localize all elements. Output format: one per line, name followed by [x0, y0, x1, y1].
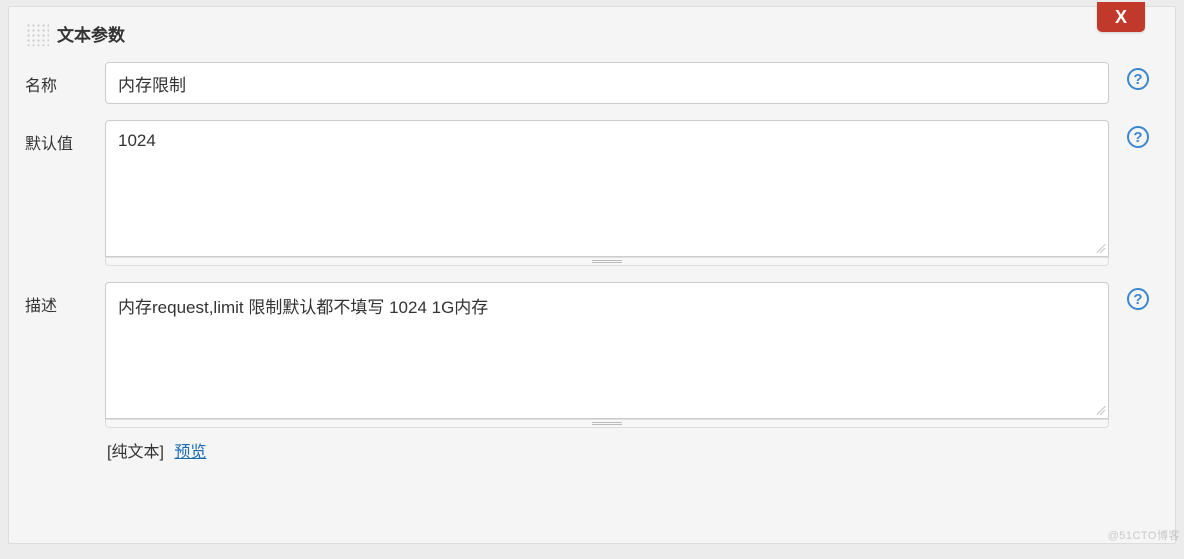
- default-textarea-wrapper: [105, 120, 1109, 257]
- description-textarea[interactable]: [106, 283, 1108, 418]
- grip-icon: [592, 422, 622, 426]
- description-label: 描述: [25, 282, 105, 316]
- help-icon[interactable]: ?: [1127, 68, 1149, 90]
- form-row-default: 默认值 ?: [9, 112, 1175, 274]
- form-row-description: 描述 [纯文本] 预览 ?: [9, 274, 1175, 470]
- preview-link[interactable]: 预览: [174, 444, 206, 461]
- panel-title: 文本参数: [57, 21, 125, 46]
- form-row-name: 名称 ?: [9, 54, 1175, 112]
- default-label: 默认值: [25, 120, 105, 154]
- name-input[interactable]: [105, 62, 1109, 104]
- drag-handle-icon[interactable]: [25, 22, 49, 46]
- help-icon[interactable]: ?: [1127, 288, 1149, 310]
- grip-icon: [592, 260, 622, 264]
- plain-text-label: [纯文本]: [107, 444, 164, 461]
- panel-header: 文本参数: [9, 7, 1175, 54]
- default-textarea[interactable]: [106, 121, 1108, 256]
- preview-row: [纯文本] 预览: [105, 438, 1109, 462]
- text-parameter-panel: X 文本参数 名称 ? 默认值 ?: [8, 6, 1176, 544]
- watermark: @51CTO博客: [1108, 527, 1180, 543]
- help-icon[interactable]: ?: [1127, 126, 1149, 148]
- resize-bar[interactable]: [105, 257, 1109, 266]
- name-label: 名称: [25, 62, 105, 96]
- resize-bar[interactable]: [105, 419, 1109, 428]
- description-textarea-wrapper: [105, 282, 1109, 419]
